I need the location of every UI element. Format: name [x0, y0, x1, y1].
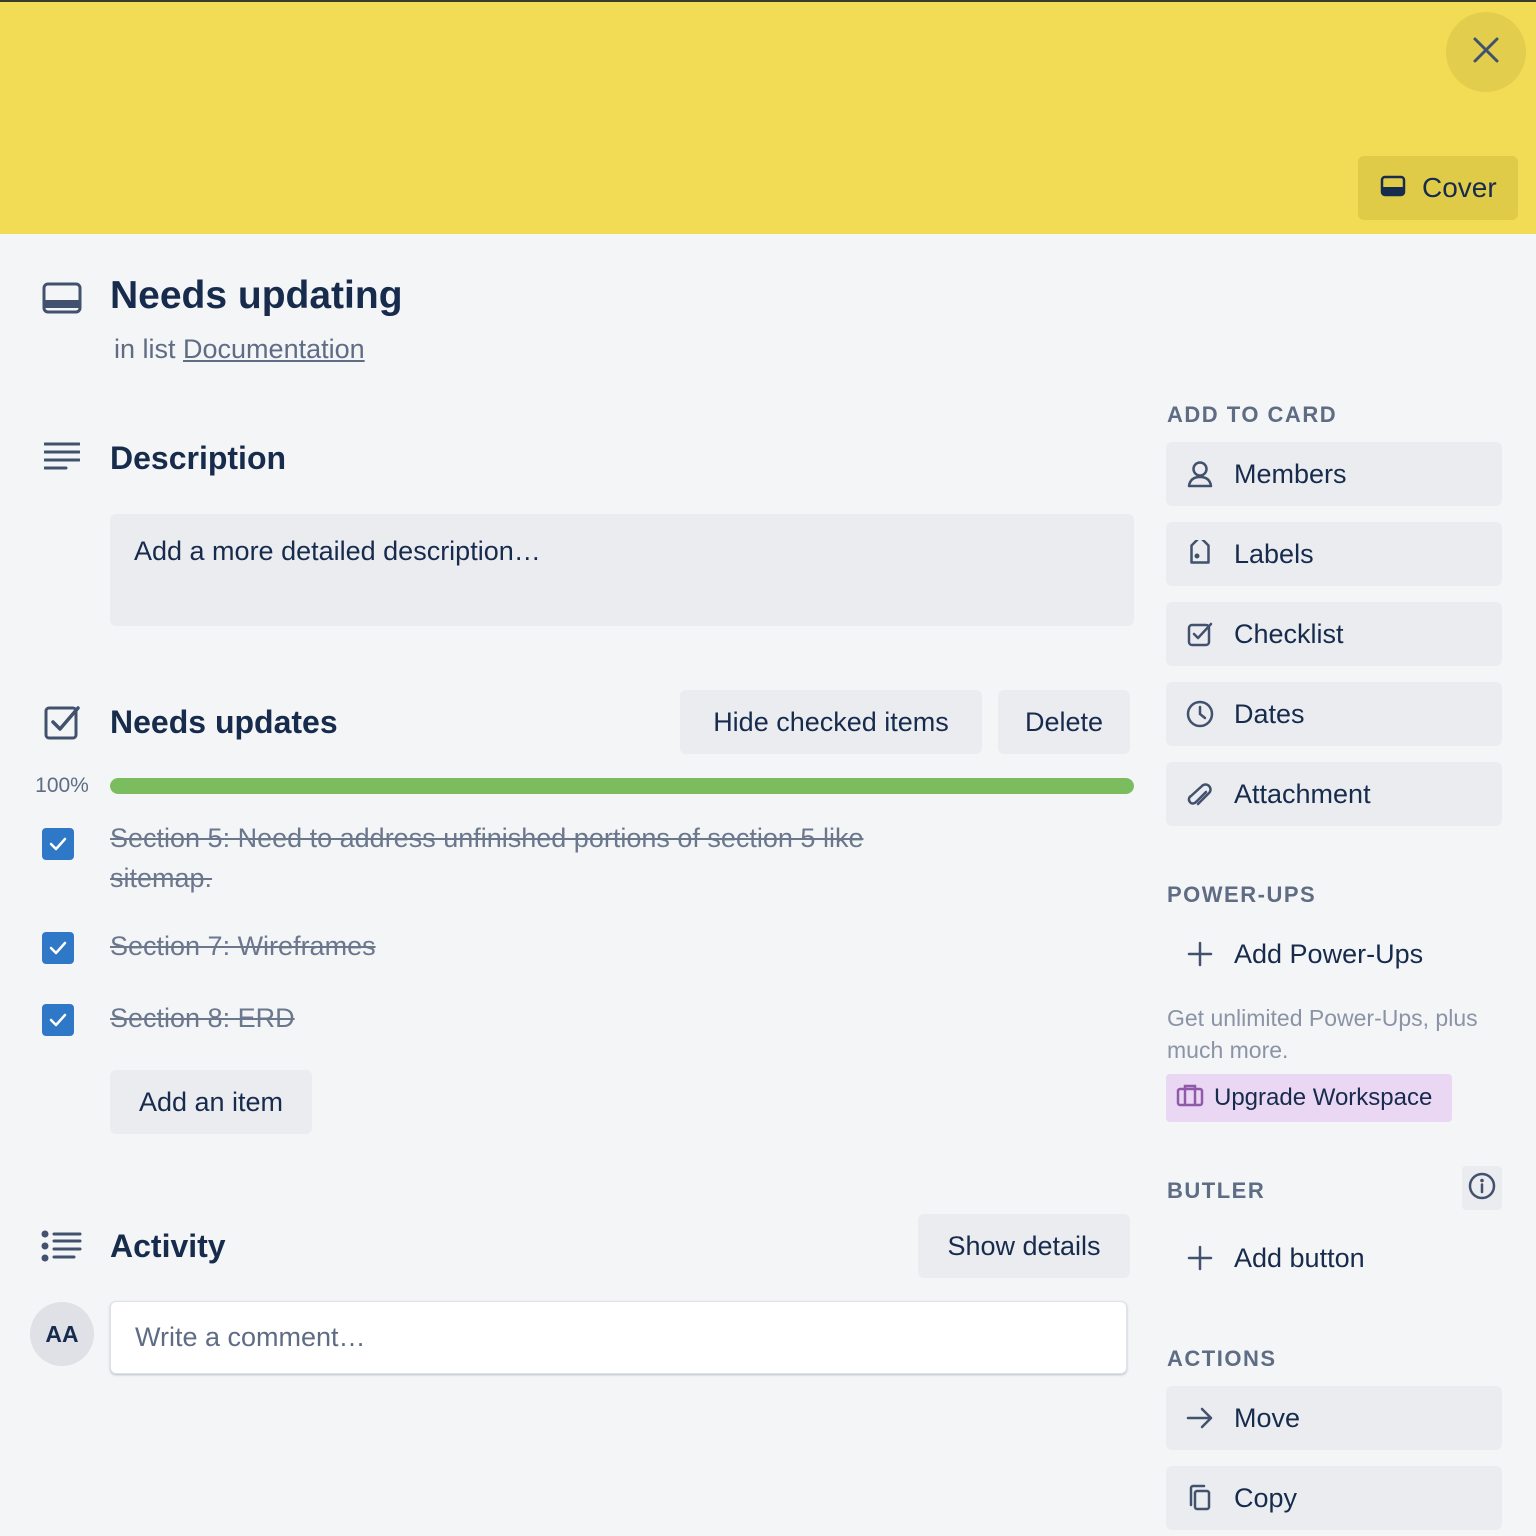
- checklist-item-text[interactable]: Section 8: ERD: [110, 998, 970, 1038]
- briefcase-icon: [1176, 1083, 1204, 1114]
- add-butler-button[interactable]: Add button: [1166, 1226, 1502, 1290]
- comment-input[interactable]: [110, 1301, 1127, 1374]
- close-icon: [1471, 35, 1501, 70]
- add-checklist-item-button[interactable]: Add an item: [110, 1070, 312, 1134]
- checklist-progress-bar: [110, 778, 1134, 794]
- members-button[interactable]: Members: [1166, 442, 1502, 506]
- checklist-item-text[interactable]: Section 7: Wireframes: [110, 926, 970, 966]
- checkbox-icon: [1186, 620, 1214, 648]
- checklist-item-checkbox[interactable]: [42, 932, 74, 964]
- add-power-ups-label: Add Power-Ups: [1234, 938, 1424, 969]
- delete-checklist-button[interactable]: Delete: [998, 690, 1130, 754]
- checkmark-icon: [49, 837, 67, 851]
- checklist-item-text[interactable]: Section 5: Need to address unfinished po…: [110, 818, 970, 898]
- butler-title: BUTLER: [1167, 1178, 1266, 1203]
- tag-icon: [1186, 540, 1214, 568]
- person-icon: [1186, 460, 1214, 488]
- checkmark-icon: [49, 941, 67, 955]
- clock-icon: [1186, 700, 1214, 728]
- copy-icon: [1186, 1484, 1214, 1512]
- move-button[interactable]: Move: [1166, 1386, 1502, 1450]
- description-icon: [43, 442, 81, 477]
- add-power-ups-button[interactable]: Add Power-Ups: [1166, 922, 1502, 986]
- close-button[interactable]: [1446, 12, 1526, 92]
- copy-label: Copy: [1234, 1482, 1298, 1513]
- checklist-item-checkbox[interactable]: [42, 828, 74, 860]
- card-list-info: in list Documentation: [114, 334, 365, 365]
- card-cover: Cover: [0, 0, 1536, 234]
- card-title[interactable]: Needs updating: [110, 274, 403, 318]
- cover-button-label: Cover: [1422, 172, 1497, 203]
- add-to-card-title: ADD TO CARD: [1167, 402, 1338, 427]
- hide-checked-items-button[interactable]: Hide checked items: [680, 690, 982, 754]
- checklist-icon: [44, 704, 80, 745]
- add-button-label: Add button: [1234, 1242, 1365, 1273]
- card-detail: Needs updating in list Documentation Des…: [0, 234, 1536, 1536]
- attachment-label: Attachment: [1234, 778, 1371, 809]
- description-input[interactable]: Add a more detailed description…: [110, 514, 1134, 626]
- upgrade-workspace-label: Upgrade Workspace: [1214, 1084, 1433, 1111]
- copy-button[interactable]: Copy: [1166, 1466, 1502, 1530]
- dates-label: Dates: [1234, 698, 1305, 729]
- checklist-item-checkbox[interactable]: [42, 1004, 74, 1036]
- checklist-title[interactable]: Needs updates: [110, 704, 338, 741]
- attachment-button[interactable]: Attachment: [1166, 762, 1502, 826]
- checklist-button[interactable]: Checklist: [1166, 602, 1502, 666]
- power-ups-title: POWER-UPS: [1167, 882, 1317, 907]
- cover-button[interactable]: Cover: [1358, 156, 1518, 220]
- checkmark-icon: [49, 1013, 67, 1027]
- list-link[interactable]: Documentation: [183, 334, 365, 364]
- card-cover-icon: [1380, 172, 1406, 204]
- description-heading: Description: [110, 440, 287, 476]
- activity-heading: Activity: [110, 1228, 226, 1264]
- arrow-right-icon: [1186, 1404, 1214, 1432]
- labels-label: Labels: [1234, 538, 1314, 569]
- actions-title: ACTIONS: [1167, 1346, 1277, 1371]
- members-label: Members: [1234, 458, 1347, 489]
- dates-button[interactable]: Dates: [1166, 682, 1502, 746]
- card-icon: [42, 282, 82, 319]
- checklist-label: Checklist: [1234, 618, 1344, 649]
- activity-icon: [40, 1230, 82, 1267]
- show-details-button[interactable]: Show details: [918, 1214, 1130, 1278]
- labels-button[interactable]: Labels: [1166, 522, 1502, 586]
- butler-info-button[interactable]: [1462, 1166, 1502, 1210]
- paperclip-icon: [1186, 780, 1214, 808]
- power-ups-note: Get unlimited Power-Ups, plus much more.: [1167, 1005, 1478, 1063]
- avatar[interactable]: AA: [30, 1302, 94, 1366]
- plus-icon: [1186, 940, 1214, 968]
- plus-icon: [1186, 1244, 1214, 1272]
- checklist-progress-fill: [110, 778, 1134, 794]
- checklist-progress-percent: 100%: [35, 774, 89, 797]
- info-icon: [1468, 1172, 1496, 1205]
- upgrade-workspace-button[interactable]: Upgrade Workspace: [1166, 1074, 1452, 1122]
- move-label: Move: [1234, 1402, 1301, 1433]
- in-list-prefix: in list: [114, 334, 176, 364]
